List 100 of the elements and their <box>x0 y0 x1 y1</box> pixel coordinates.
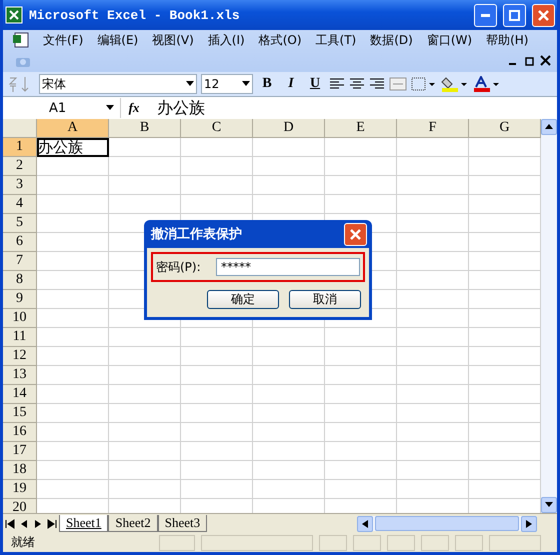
table-cell[interactable] <box>37 195 109 214</box>
table-cell[interactable] <box>109 157 181 176</box>
table-cell[interactable] <box>181 195 253 214</box>
table-cell[interactable] <box>325 404 397 423</box>
row-header[interactable]: 2 <box>3 157 37 176</box>
row-header[interactable]: 1 <box>3 138 37 157</box>
window-controls-icon[interactable] <box>509 55 551 67</box>
table-cell[interactable] <box>397 366 469 385</box>
font-color-icon[interactable] <box>473 76 501 92</box>
table-cell[interactable] <box>325 157 397 176</box>
table-cell[interactable] <box>325 423 397 442</box>
row-header[interactable]: 19 <box>3 480 37 499</box>
table-cell[interactable] <box>109 442 181 461</box>
table-cell[interactable] <box>181 347 253 366</box>
menu-item[interactable]: 数据(D) <box>370 32 413 48</box>
table-cell[interactable] <box>397 252 469 271</box>
table-cell[interactable] <box>397 480 469 499</box>
table-cell[interactable] <box>37 233 109 252</box>
row-header[interactable]: 17 <box>3 442 37 461</box>
table-cell[interactable] <box>109 404 181 423</box>
table-cell[interactable] <box>397 423 469 442</box>
table-cell[interactable] <box>109 423 181 442</box>
table-cell[interactable] <box>325 480 397 499</box>
select-all-corner[interactable] <box>3 119 37 138</box>
table-cell[interactable] <box>253 347 325 366</box>
table-cell[interactable] <box>37 461 109 480</box>
table-cell[interactable] <box>397 309 469 328</box>
table-cell[interactable] <box>253 157 325 176</box>
table-cell[interactable] <box>397 290 469 309</box>
scroll-down-button[interactable] <box>541 497 557 513</box>
table-cell[interactable] <box>397 157 469 176</box>
table-cell[interactable] <box>37 252 109 271</box>
menu-item[interactable]: 视图(V) <box>152 32 194 48</box>
menu-item[interactable]: 帮助(H) <box>486 32 528 48</box>
column-header[interactable]: B <box>109 119 181 138</box>
borders-icon[interactable] <box>411 77 437 91</box>
table-cell[interactable] <box>109 176 181 195</box>
table-cell[interactable] <box>397 442 469 461</box>
table-cell[interactable] <box>253 480 325 499</box>
scroll-left-button[interactable] <box>357 516 373 532</box>
minimize-button[interactable] <box>474 4 497 26</box>
row-header[interactable]: 8 <box>3 271 37 290</box>
table-cell[interactable] <box>37 309 109 328</box>
align-right-icon[interactable] <box>369 77 385 91</box>
row-header[interactable]: 6 <box>3 233 37 252</box>
close-button[interactable] <box>344 222 367 246</box>
table-cell[interactable] <box>253 328 325 347</box>
table-cell[interactable] <box>397 347 469 366</box>
scroll-thumb[interactable] <box>375 516 519 531</box>
last-sheet-icon[interactable] <box>45 518 59 528</box>
table-cell[interactable] <box>181 404 253 423</box>
row-header[interactable]: 13 <box>3 366 37 385</box>
sheet-tab[interactable]: Sheet2 <box>108 515 158 532</box>
menu-item[interactable]: 格式(O) <box>258 32 302 48</box>
table-cell[interactable] <box>181 385 253 404</box>
password-field[interactable]: ***** <box>216 258 360 276</box>
row-header[interactable]: 18 <box>3 461 37 480</box>
table-cell[interactable] <box>181 480 253 499</box>
table-cell[interactable] <box>181 423 253 442</box>
table-cell[interactable] <box>181 366 253 385</box>
table-cell[interactable] <box>37 442 109 461</box>
table-cell[interactable] <box>325 195 397 214</box>
table-cell[interactable] <box>325 461 397 480</box>
table-cell[interactable] <box>37 423 109 442</box>
menu-item[interactable]: 文件(F) <box>43 32 84 48</box>
table-cell[interactable] <box>253 461 325 480</box>
table-cell[interactable]: 办公族 <box>37 138 109 157</box>
column-header[interactable]: G <box>469 119 541 138</box>
table-cell[interactable] <box>109 195 181 214</box>
table-cell[interactable] <box>37 385 109 404</box>
row-header[interactable]: 14 <box>3 385 37 404</box>
table-cell[interactable] <box>181 461 253 480</box>
style-button[interactable]: B <box>257 76 277 92</box>
table-cell[interactable] <box>253 366 325 385</box>
close-button[interactable] <box>532 4 555 26</box>
table-cell[interactable] <box>325 385 397 404</box>
table-cell[interactable] <box>253 423 325 442</box>
table-cell[interactable] <box>109 461 181 480</box>
table-cell[interactable] <box>109 385 181 404</box>
table-cell[interactable] <box>253 176 325 195</box>
table-cell[interactable] <box>397 404 469 423</box>
table-cell[interactable] <box>37 290 109 309</box>
menu-item[interactable]: 窗口(W) <box>426 32 472 48</box>
dialog-button[interactable]: 确定 <box>207 290 279 309</box>
menu-item[interactable]: 插入(I) <box>208 32 245 48</box>
table-cell[interactable] <box>325 328 397 347</box>
table-cell[interactable] <box>37 404 109 423</box>
table-cell[interactable] <box>109 328 181 347</box>
scroll-up-button[interactable] <box>541 119 557 135</box>
table-cell[interactable] <box>37 347 109 366</box>
dialog-button[interactable]: 取消 <box>289 290 361 309</box>
table-cell[interactable] <box>181 157 253 176</box>
maximize-button[interactable] <box>503 4 526 26</box>
row-header[interactable]: 7 <box>3 252 37 271</box>
column-header[interactable]: A <box>37 119 109 138</box>
row-header[interactable]: 20 <box>3 499 37 513</box>
table-cell[interactable] <box>37 366 109 385</box>
align-center-icon[interactable] <box>349 77 365 91</box>
formula-field[interactable]: 办公族 <box>157 98 205 118</box>
table-cell[interactable] <box>325 347 397 366</box>
